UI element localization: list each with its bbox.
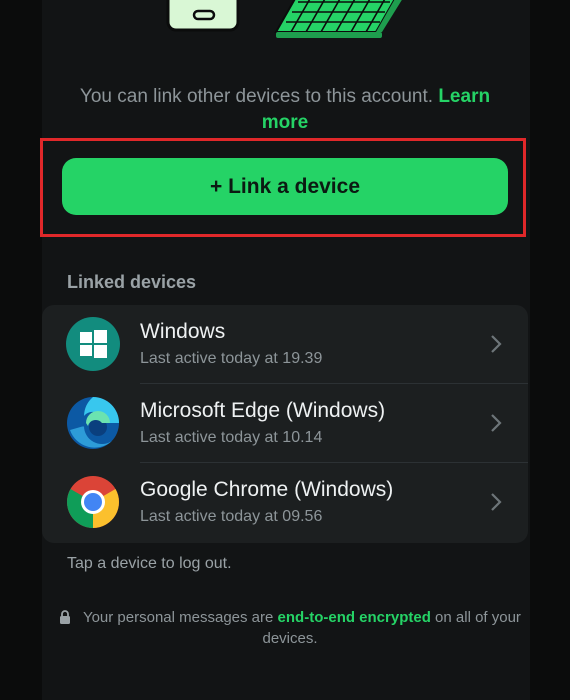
link-device-button[interactable]: + Link a device — [62, 158, 508, 215]
lock-icon — [60, 610, 71, 624]
encryption-link[interactable]: end-to-end encrypted — [278, 609, 431, 626]
encryption-prefix: Your personal messages are — [82, 609, 274, 626]
chevron-right-icon — [491, 335, 502, 353]
edge-icon — [67, 397, 119, 449]
chevron-right-icon — [491, 414, 502, 432]
device-last-active: Last active today at 10.14 — [140, 429, 323, 446]
device-row-windows[interactable]: Windows Last active today at 19.39 — [42, 305, 528, 384]
chrome-icon — [67, 476, 119, 528]
device-name: Microsoft Edge (Windows) — [140, 399, 386, 422]
device-row-edge[interactable]: Microsoft Edge (Windows) Last active tod… — [42, 384, 528, 463]
chevron-right-icon — [491, 493, 502, 511]
intro-text: You can link other devices to this accou… — [62, 84, 508, 136]
linked-devices-list: Windows Last active today at 19.39 Micro… — [42, 305, 528, 543]
linked-devices-title: Linked devices — [67, 272, 197, 292]
intro-message: You can link other devices to this accou… — [79, 86, 434, 107]
encryption-notice: Your personal messages are end-to-end en… — [50, 607, 530, 649]
devices-illustration — [166, 0, 402, 38]
windows-icon — [66, 317, 120, 371]
device-name: Google Chrome (Windows) — [140, 478, 394, 501]
device-row-chrome[interactable]: Google Chrome (Windows) Last active toda… — [42, 463, 528, 542]
logout-hint: Tap a device to log out. — [67, 555, 232, 572]
device-name: Windows — [140, 320, 226, 343]
device-last-active: Last active today at 09.56 — [140, 508, 323, 525]
device-last-active: Last active today at 19.39 — [140, 350, 323, 367]
